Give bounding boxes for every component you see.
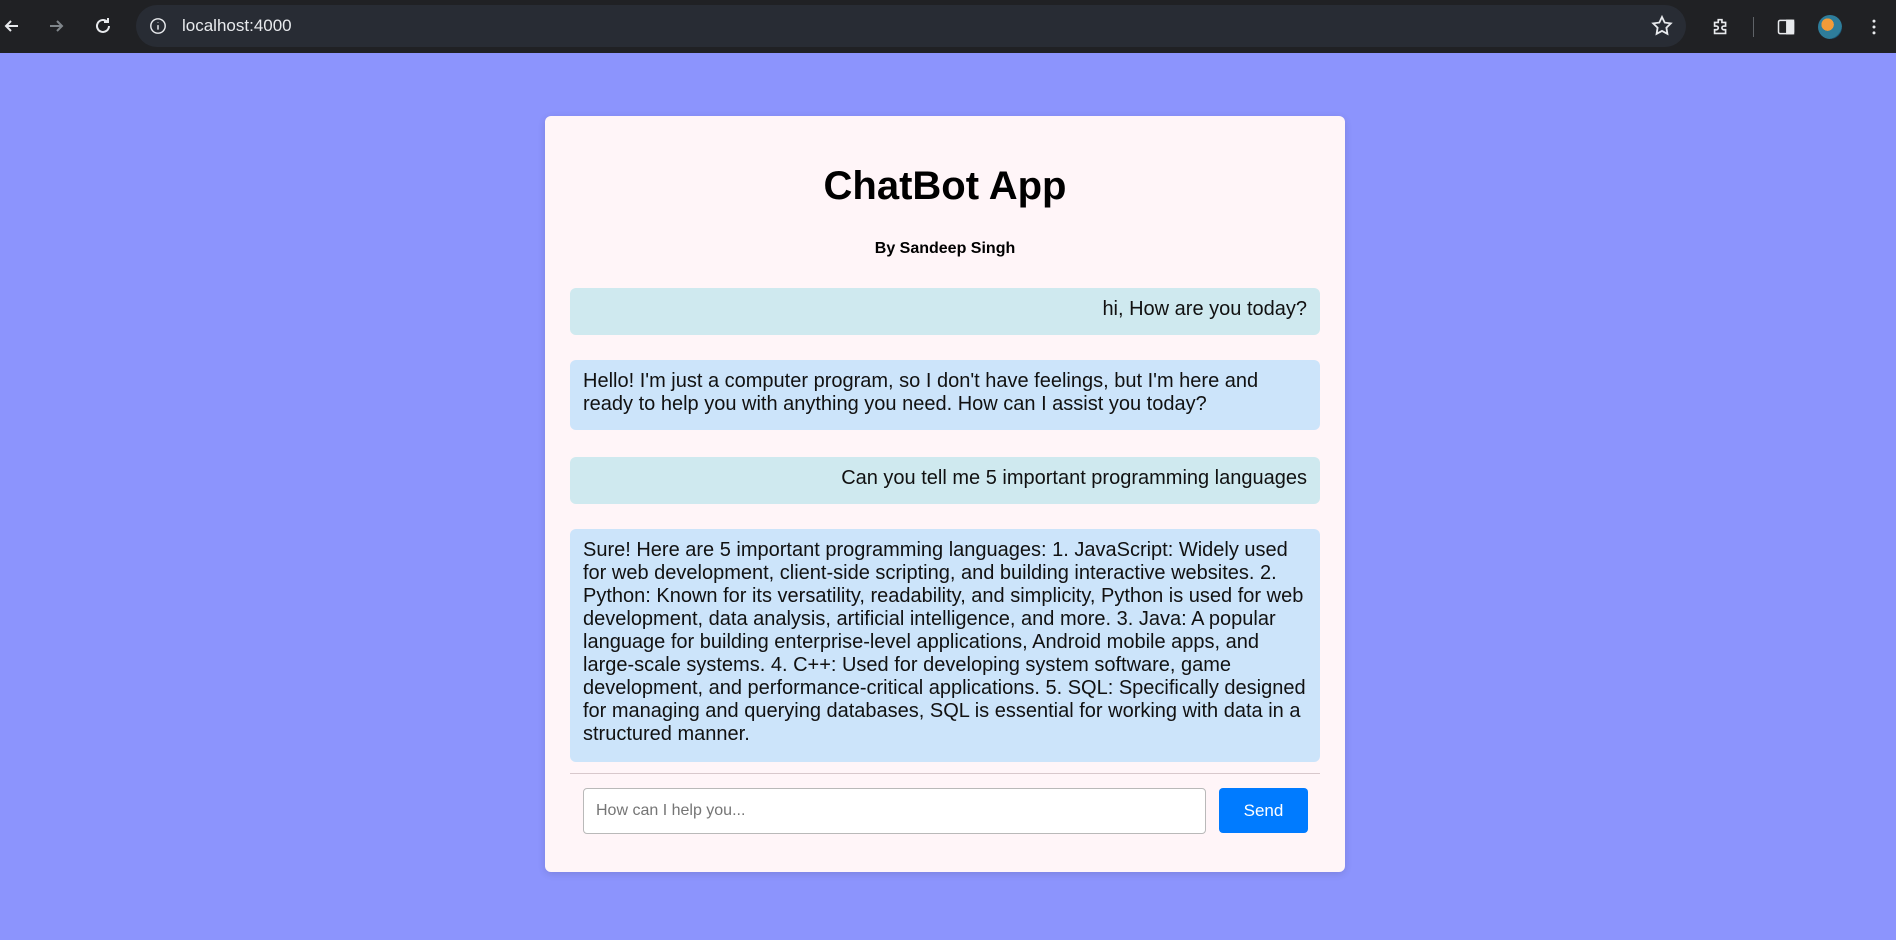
user-message: Can you tell me 5 important programming … <box>570 457 1320 504</box>
address-bar[interactable]: localhost:4000 <box>136 5 1686 47</box>
bot-message: Sure! Here are 5 important programming l… <box>570 529 1320 762</box>
back-icon[interactable] <box>0 4 34 48</box>
reload-icon[interactable] <box>81 4 125 48</box>
profile-avatar[interactable] <box>1808 5 1852 49</box>
toolbar-divider <box>1753 16 1754 37</box>
send-button[interactable]: Send <box>1219 788 1308 833</box>
side-panel-icon[interactable] <box>1764 5 1808 49</box>
site-info-icon[interactable] <box>138 6 178 46</box>
extensions-icon[interactable] <box>1699 5 1743 49</box>
chat-card: ChatBot App By Sandeep Singh hi, How are… <box>545 116 1345 872</box>
bot-message: Hello! I'm just a computer program, so I… <box>570 360 1320 430</box>
browser-toolbar: localhost:4000 <box>0 0 1896 53</box>
more-menu-icon[interactable] <box>1852 5 1896 49</box>
app-title: ChatBot App <box>823 164 1067 208</box>
composer-divider <box>570 773 1320 774</box>
user-message: hi, How are you today? <box>570 288 1320 335</box>
url-text[interactable]: localhost:4000 <box>182 16 292 36</box>
message-input[interactable] <box>583 788 1206 834</box>
bookmark-star-icon[interactable] <box>1650 14 1674 38</box>
app-subtitle: By Sandeep Singh <box>874 240 1016 257</box>
forward-icon[interactable] <box>34 4 78 48</box>
